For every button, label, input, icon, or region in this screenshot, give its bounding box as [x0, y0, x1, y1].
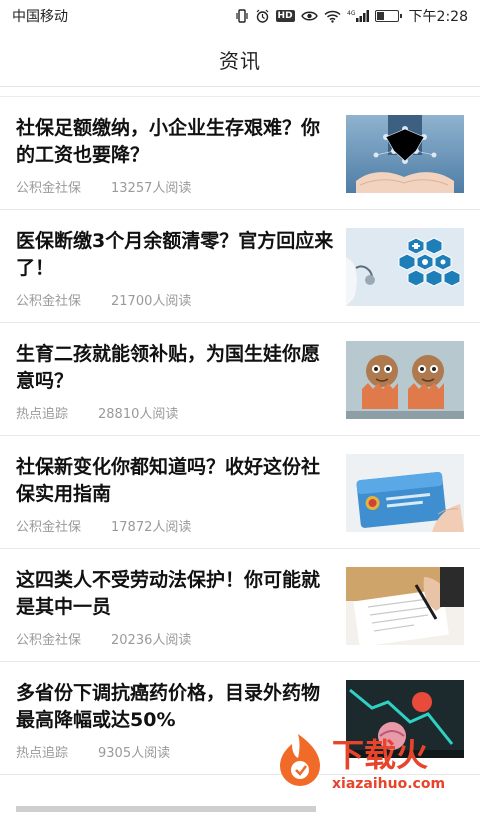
alarm-icon	[255, 9, 270, 24]
news-item[interactable]: 这四类人不受劳动法保护！你可能就是其中一员 公积金社保 20236人阅读	[0, 549, 480, 662]
battery-level	[376, 12, 385, 20]
news-category: 公积金社保	[16, 294, 82, 309]
news-title-partial	[16, 793, 334, 820]
news-meta: 公积金社保 20236人阅读	[16, 629, 191, 648]
news-meta: 公积金社保 13257人阅读	[16, 177, 191, 196]
news-item[interactable]: 生育二孩就能领补贴，为国生娃你愿意吗？ 热点追踪 28810人阅读	[0, 323, 480, 436]
watermark-url: xiazaihuo.com	[332, 776, 445, 792]
news-meta: 热点追踪 9305人阅读	[16, 742, 170, 761]
watermark-logo: 下载火 xiazaihuo.com	[280, 734, 445, 792]
news-item[interactable]: 社保新变化你都知道吗？收好这份社保实用指南 公积金社保 17872人阅读	[0, 436, 480, 549]
news-read-count: 9305人阅读	[98, 746, 171, 761]
wifi-icon	[324, 10, 341, 23]
signing-document-image	[346, 567, 464, 645]
news-title: 社保足额缴纳，小企业生存艰难？你的工资也要降？	[16, 117, 321, 166]
page-title: 资讯	[219, 48, 261, 73]
news-category: 公积金社保	[16, 181, 82, 196]
social-security-card-image	[346, 454, 464, 532]
news-title: 社保新变化你都知道吗？收好这份社保实用指南	[16, 456, 321, 505]
news-category: 公积金社保	[16, 633, 82, 648]
news-meta: 公积金社保 17872人阅读	[16, 516, 191, 535]
top-bar: 资讯	[0, 32, 480, 87]
medical-hexagon-image	[346, 228, 464, 306]
eye-icon	[300, 10, 318, 22]
battery-icon	[374, 10, 402, 22]
clock: 下午2:28	[408, 9, 468, 25]
news-meta: 公积金社保 21700人阅读	[16, 290, 191, 309]
news-read-count: 20236人阅读	[111, 633, 192, 648]
4g-signal-icon: 4G	[347, 9, 369, 23]
watermark-text: 下载火	[332, 736, 428, 774]
status-bar: 中国移动 HD 4G 下午2:28	[0, 0, 480, 32]
news-read-count: 21700人阅读	[111, 294, 192, 309]
svg-text:4G: 4G	[347, 10, 356, 17]
news-category: 公积金社保	[16, 520, 82, 535]
news-meta: 热点追踪 28810人阅读	[16, 403, 178, 422]
news-read-count: 13257人阅读	[111, 181, 192, 196]
news-title: 医保断缴3个月余额清零？官方回应来了！	[16, 230, 334, 279]
news-item[interactable]: 医保断缴3个月余额清零？官方回应来了！ 公积金社保 21700人阅读	[0, 210, 480, 323]
news-read-count: 28810人阅读	[98, 407, 179, 422]
news-title: 生育二孩就能领补贴，为国生娃你愿意吗？	[16, 343, 321, 392]
news-title: 这四类人不受劳动法保护！你可能就是其中一员	[16, 569, 321, 618]
carrier-label: 中国移动	[12, 9, 68, 25]
news-category: 热点追踪	[16, 407, 69, 422]
news-item[interactable]: 社保足额缴纳，小企业生存艰难？你的工资也要降？ 公积金社保 13257人阅读	[0, 97, 480, 210]
news-category: 热点追踪	[16, 746, 69, 761]
hands-network-image	[346, 115, 464, 193]
hd-icon: HD	[275, 10, 295, 22]
eggshell-babies-image	[346, 341, 464, 419]
news-read-count: 17872人阅读	[111, 520, 192, 535]
vibrate-icon	[235, 9, 249, 23]
status-icons: HD 4G 下午2:28	[235, 6, 468, 26]
